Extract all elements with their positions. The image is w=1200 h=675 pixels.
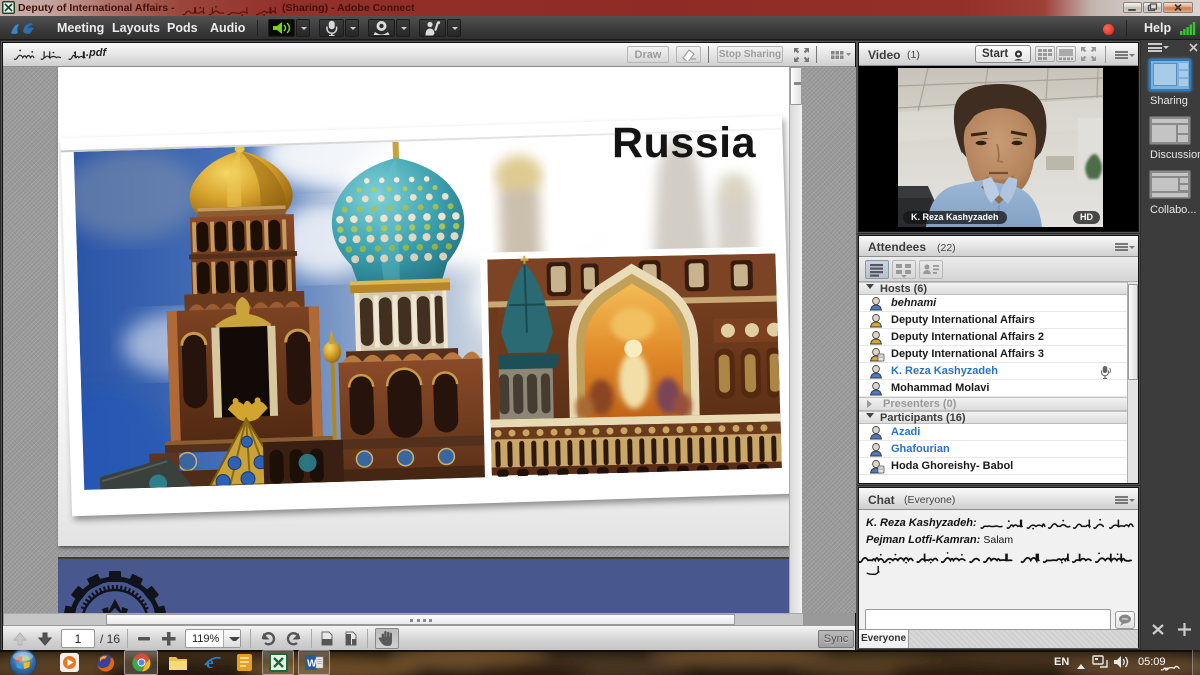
svg-text:W: W [307,659,317,670]
